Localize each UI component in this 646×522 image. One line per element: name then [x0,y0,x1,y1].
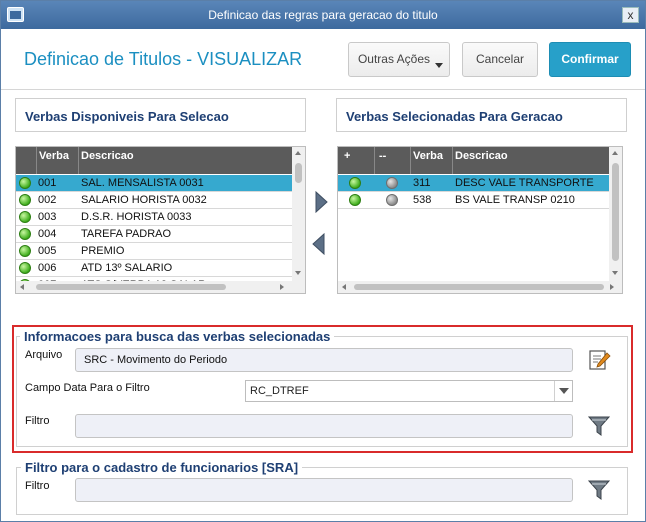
page-title: Definicao de Titulos - VISUALIZAR [24,49,303,69]
scroll-left-icon[interactable] [20,284,24,290]
table-row[interactable]: 001 SAL. MENSALISTA 0031 [16,175,292,192]
selected-vscroll[interactable] [609,147,622,281]
verba-cell: 002 [38,194,57,206]
scroll-left-icon[interactable] [342,284,346,290]
status-green-icon [19,262,31,274]
campo-data-label: Campo Data Para o Filtro [25,382,150,394]
col-verba: Verba [413,150,443,162]
table-row[interactable]: 005 PREMIO [16,243,292,260]
verba-cell: 005 [38,245,57,257]
available-grid-header: Verba Descricao [16,147,292,174]
arquivo-label: Arquivo [25,349,63,361]
selected-grid-header: + -- Verba Descricao [338,147,609,174]
filtro-label: Filtro [25,415,50,427]
filter-funnel-icon[interactable] [587,414,611,438]
table-row[interactable]: 311 DESC VALE TRANSPORTE [338,175,609,192]
table-row[interactable]: 006 ATD 13º SALARIO [16,260,292,277]
descricao-cell: PREMIO [81,245,125,257]
filtro-field[interactable] [75,414,573,438]
status-gray-icon[interactable] [386,194,398,206]
verba-cell: 311 [413,177,431,189]
table-row[interactable]: 002 SALARIO HORISTA 0032 [16,192,292,209]
descricao-cell: ATD 13º SALARIO [81,262,173,274]
window-title: Definicao das regras para geracao do tit… [208,8,438,22]
status-green-icon [19,211,31,223]
descricao-cell: SALARIO HORISTA 0032 [81,194,207,206]
descricao-cell: SAL. MENSALISTA 0031 [81,177,204,189]
available-hscroll[interactable] [16,281,305,293]
arrow-left-icon[interactable] [311,232,327,256]
descricao-cell: DESC VALE TRANSPORTE [455,177,594,189]
close-button[interactable]: x [622,7,639,23]
scroll-up-icon[interactable] [295,151,301,155]
scroll-right-icon[interactable] [610,284,614,290]
selected-heading: Verbas Selecionadas Para Geracao [336,98,627,132]
other-actions-label: Outras Ações [357,52,431,66]
col-descricao: Descricao [81,150,134,162]
verba-cell: 538 [413,194,432,206]
col-plus: + [344,150,351,162]
arquivo-field[interactable]: SRC - Movimento do Periodo [75,348,573,372]
available-vscroll[interactable] [292,147,305,281]
table-row[interactable]: 003 D.S.R. HORISTA 0033 [16,209,292,226]
verba-cell: 001 [38,177,57,189]
descricao-cell: D.S.R. HORISTA 0033 [81,211,192,223]
confirm-button[interactable]: Confirmar [549,42,631,77]
col-descricao: Descricao [455,150,508,162]
verba-cell: 006 [38,262,57,274]
sra-filtro-label: Filtro [25,480,50,492]
col-minus: -- [379,150,387,162]
campo-data-select[interactable]: RC_DTREF [245,380,573,402]
table-row[interactable]: 538 BS VALE TRANSP 0210 [338,192,609,209]
available-heading: Verbas Disponiveis Para Selecao [15,98,306,132]
descricao-cell: BS VALE TRANSP 0210 [455,194,575,206]
status-green-icon[interactable] [349,177,361,189]
chevron-down-icon [435,63,443,68]
scroll-thumb[interactable] [612,163,619,261]
arrow-right-icon[interactable] [313,190,329,214]
status-green-icon [19,177,31,189]
descricao-cell: TAREFA PADRAO [81,228,172,240]
scroll-down-icon[interactable] [295,271,301,275]
table-row[interactable]: 004 TAREFA PADRAO [16,226,292,243]
title-bar: Definicao das regras para geracao do tit… [1,1,645,29]
edit-icon[interactable] [587,348,611,372]
status-green-icon [19,194,31,206]
status-green-icon[interactable] [349,194,361,206]
filter-funnel-icon[interactable] [587,478,611,502]
selected-grid: + -- Verba Descricao 311 DESC VALE TRANSP… [337,146,623,294]
campo-data-value: RC_DTREF [250,385,309,397]
sra-filtro-field[interactable] [75,478,573,502]
selected-hscroll[interactable] [338,281,622,293]
scroll-up-icon[interactable] [612,151,618,155]
info-section-title: Informacoes para busca das verbas seleci… [20,329,335,344]
verba-cell: 003 [38,211,57,223]
scroll-down-icon[interactable] [612,271,618,275]
status-gray-icon[interactable] [386,177,398,189]
dialog-window: Definicao das regras para geracao do tit… [0,0,646,522]
scroll-right-icon[interactable] [280,284,284,290]
scroll-thumb[interactable] [354,284,604,290]
verba-cell: 004 [38,228,57,240]
scroll-thumb[interactable] [36,284,226,290]
cancel-button[interactable]: Cancelar [462,42,538,77]
col-verba: Verba [39,150,69,162]
scroll-thumb[interactable] [295,163,302,183]
available-grid: Verba Descricao 001 SAL. MENSALISTA 0031 0… [15,146,306,294]
status-green-icon [19,228,31,240]
chevron-down-icon[interactable] [554,381,572,401]
divider [1,89,645,90]
other-actions-button[interactable]: Outras Ações [348,42,450,77]
sra-section-title: Filtro para o cadastro de funcionarios [… [21,460,303,475]
status-green-icon [19,245,31,257]
